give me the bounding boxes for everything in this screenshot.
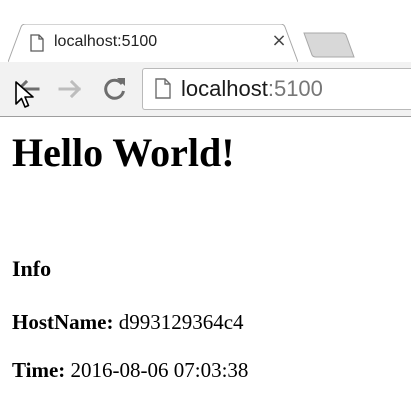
page-icon xyxy=(30,34,44,52)
hostname-value: d993129364c4 xyxy=(118,310,244,334)
time-row: Time: 2016-08-06 07:03:38 xyxy=(12,358,248,383)
reload-icon[interactable] xyxy=(100,74,130,104)
address-host: localhost xyxy=(181,76,268,101)
tab-title: localhost:5100 xyxy=(54,33,158,50)
address-port: :5100 xyxy=(267,76,323,101)
back-arrow-icon[interactable] xyxy=(12,74,42,104)
info-heading: Info xyxy=(12,256,52,281)
new-tab-button[interactable] xyxy=(302,32,358,58)
forward-arrow-icon[interactable] xyxy=(56,74,86,104)
address-text: localhost:5100 xyxy=(181,76,323,102)
omnibox-page-icon xyxy=(155,78,171,104)
tab-close-icon[interactable]: × xyxy=(270,30,288,52)
hostname-row: HostName: d993129364c4 xyxy=(12,310,244,335)
toolbar: localhost:5100 xyxy=(0,62,411,117)
active-tab[interactable]: localhost:5100 × xyxy=(8,24,298,62)
time-value: 2016-08-06 07:03:38 xyxy=(70,358,249,382)
time-label: Time: xyxy=(12,358,66,382)
hostname-label: HostName: xyxy=(12,310,114,334)
page-heading: Hello World! xyxy=(12,130,235,175)
browser-window: localhost:5100 × localhost:5100 Hello Wo… xyxy=(0,0,411,416)
address-bar[interactable]: localhost:5100 xyxy=(142,68,411,110)
tab-strip: localhost:5100 × xyxy=(0,0,411,62)
